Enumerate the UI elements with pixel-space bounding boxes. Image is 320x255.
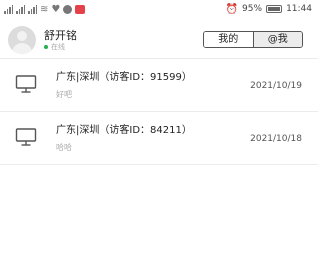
desktop-monitor-icon xyxy=(15,128,37,146)
battery-icon xyxy=(266,5,283,13)
desktop-monitor-icon xyxy=(15,75,37,93)
status-bar: ≋ ♥ ⏰ 95% 11:44 xyxy=(0,0,318,22)
chat-icon xyxy=(63,5,73,14)
battery-percent: 95% xyxy=(242,4,263,14)
heart-icon: ♥ xyxy=(51,4,61,15)
message-preview: 好吧 xyxy=(56,90,72,99)
avatar-head xyxy=(17,31,27,41)
wifi-icon: ≋ xyxy=(40,4,49,15)
header: 舒开铭 在线 我的 @我 xyxy=(0,22,318,58)
message-title: 广东|深圳（访客ID：84211） xyxy=(56,125,192,136)
status-icons-left: ≋ ♥ xyxy=(4,4,86,15)
message-preview: 哈哈 xyxy=(56,143,72,152)
tab-mine[interactable]: 我的 xyxy=(204,32,254,47)
message-list: 广东|深圳（访客ID：91599） 好吧 2021/10/19 广东|深圳（访客… xyxy=(0,58,318,165)
avatar-body xyxy=(12,43,32,54)
tab-switcher: 我的 @我 xyxy=(203,31,303,48)
list-item[interactable]: 广东|深圳（访客ID：84211） 哈哈 2021/10/18 xyxy=(0,112,318,165)
message-date: 2021/10/18 xyxy=(250,134,302,144)
clock: 11:44 xyxy=(286,4,312,14)
signal-icon xyxy=(28,5,37,14)
message-date: 2021/10/19 xyxy=(250,81,302,91)
alarm-icon: ⏰ xyxy=(225,3,239,15)
list-item[interactable]: 广东|深圳（访客ID：91599） 好吧 2021/10/19 xyxy=(0,58,318,112)
user-status-label: 在线 xyxy=(51,43,65,51)
avatar[interactable] xyxy=(8,26,36,54)
message-title: 广东|深圳（访客ID：91599） xyxy=(56,72,192,83)
signal-icon xyxy=(16,5,25,14)
online-dot-icon xyxy=(44,45,48,49)
user-name: 舒开铭 xyxy=(44,29,77,42)
app-notification-icon xyxy=(75,5,86,14)
status-icons-right: ⏰ 95% 11:44 xyxy=(226,4,312,14)
signal-icon xyxy=(4,5,13,14)
user-status: 在线 xyxy=(44,42,65,52)
tab-mentions[interactable]: @我 xyxy=(253,32,302,47)
